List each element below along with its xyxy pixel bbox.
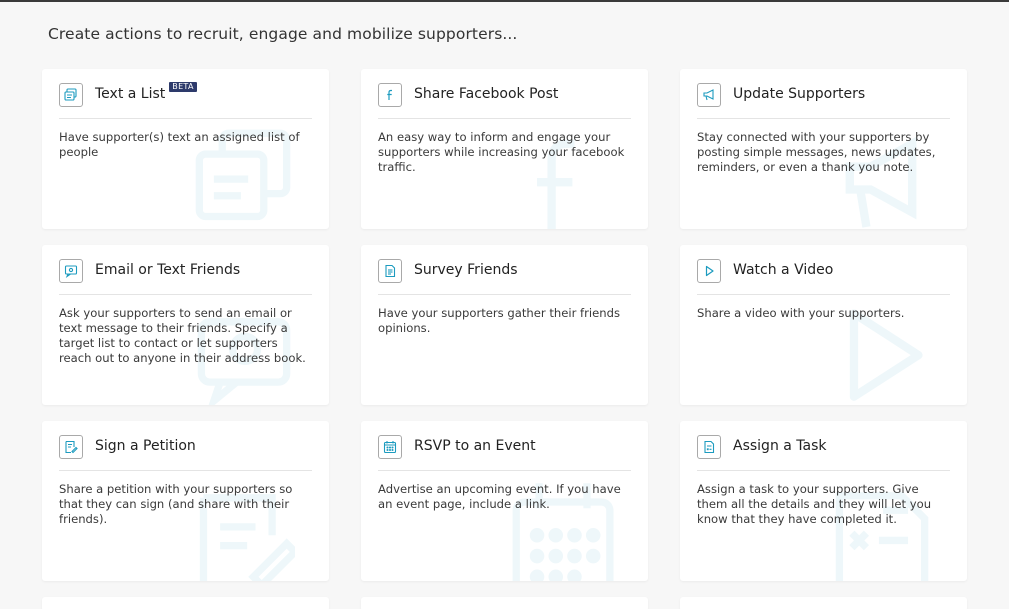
action-card-text-a-list[interactable]: Text a List BETA Have supporter(s) text a… — [42, 69, 329, 229]
action-card-partial[interactable] — [680, 597, 967, 609]
card-header: Survey Friends — [378, 259, 631, 295]
card-description: Ask your supporters to send an email or … — [59, 306, 306, 365]
card-description: Have supporter(s) text an assigned list … — [59, 130, 300, 159]
action-card-partial[interactable] — [361, 597, 648, 609]
message-list-icon — [59, 83, 83, 107]
action-grid: Text a List BETA Have supporter(s) text a… — [42, 69, 967, 609]
action-card-sign-a-petition[interactable]: Sign a Petition Share a petition with yo… — [42, 421, 329, 581]
card-description: An easy way to inform and engage your su… — [378, 130, 625, 174]
action-card-watch-a-video[interactable]: Watch a Video Share a video with your su… — [680, 245, 967, 405]
card-header: Share Facebook Post — [378, 83, 631, 119]
card-description: Share a petition with your supporters so… — [59, 482, 293, 526]
action-card-rsvp-to-an-event[interactable]: RSVP to an Event Advertise an upcoming e… — [361, 421, 648, 581]
action-card-share-facebook-post[interactable]: Share Facebook Post An easy way to infor… — [361, 69, 648, 229]
card-title: Assign a Task — [733, 438, 827, 454]
card-title: Email or Text Friends — [95, 262, 241, 278]
action-card-email-or-text-friends[interactable]: Email or Text Friends Ask your supporter… — [42, 245, 329, 405]
card-header: Watch a Video — [697, 259, 950, 295]
megaphone-icon — [697, 83, 721, 107]
card-title: Watch a Video — [733, 262, 834, 278]
action-card-assign-a-task[interactable]: Assign a Task Assign a task to your supp… — [680, 421, 967, 581]
top-border — [0, 0, 1009, 2]
petition-pen-icon — [59, 435, 83, 459]
card-title: Share Facebook Post — [414, 86, 559, 102]
action-card-survey-friends[interactable]: Survey Friends Have your supporters gath… — [361, 245, 648, 405]
card-header: Sign a Petition — [59, 435, 312, 471]
card-header: Text a List BETA — [59, 82, 312, 119]
card-description: Share a video with your supporters. — [697, 306, 905, 320]
card-title: RSVP to an Event — [414, 438, 536, 454]
card-header: Update Supporters — [697, 83, 950, 119]
play-icon — [697, 259, 721, 283]
card-description: Assign a task to your supporters. Give t… — [697, 482, 932, 526]
page-heading: Create actions to recruit, engage and mo… — [48, 25, 518, 43]
action-card-partial[interactable] — [42, 597, 329, 609]
card-title: Sign a Petition — [95, 438, 196, 454]
card-description: Stay connected with your supporters by p… — [697, 130, 936, 174]
card-description: Advertise an upcoming event. If you have… — [378, 482, 621, 511]
card-title: Text a List BETA — [95, 82, 197, 102]
card-header: RSVP to an Event — [378, 435, 631, 471]
chat-bubbles-icon — [59, 259, 83, 283]
card-header: Email or Text Friends — [59, 259, 312, 295]
calendar-icon — [378, 435, 402, 459]
facebook-icon — [378, 83, 402, 107]
card-description: Have your supporters gather their friend… — [378, 306, 620, 335]
card-title: Survey Friends — [414, 262, 518, 278]
action-card-update-supporters[interactable]: Update Supporters Stay connected with yo… — [680, 69, 967, 229]
survey-document-icon — [378, 259, 402, 283]
task-checklist-icon — [697, 435, 721, 459]
beta-badge: BETA — [169, 82, 197, 92]
card-header: Assign a Task — [697, 435, 950, 471]
card-title: Update Supporters — [733, 86, 866, 102]
